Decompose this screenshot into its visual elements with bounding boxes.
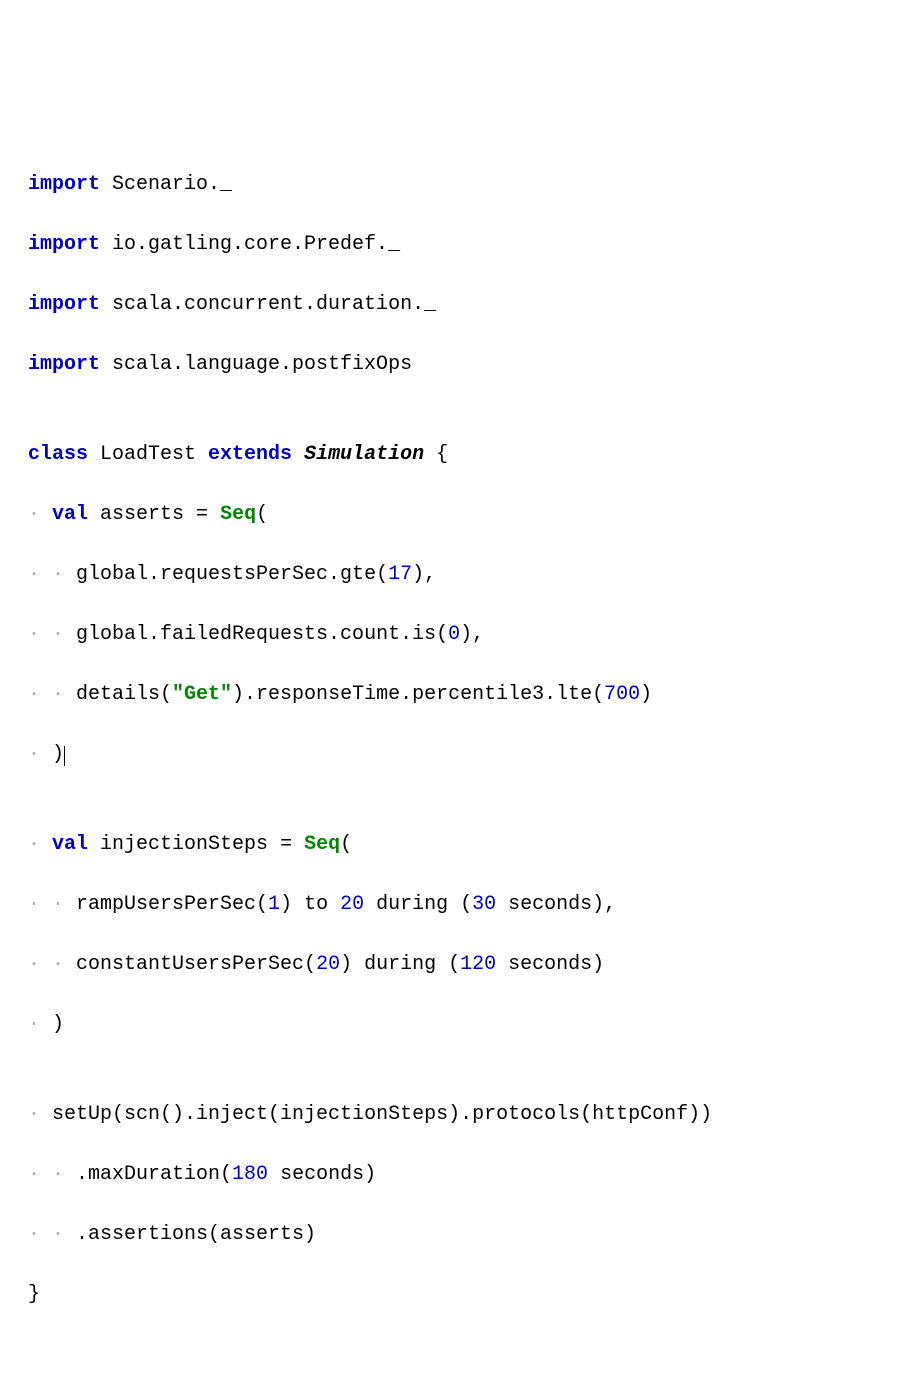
code-text: ) during ( <box>340 953 460 976</box>
whitespace-dots: · <box>28 1103 52 1126</box>
code-line: import scala.concurrent.duration._ <box>28 290 888 320</box>
keyword-import: import <box>28 293 100 316</box>
number-literal: 20 <box>340 893 364 916</box>
code-line: import io.gatling.core.Predef._ <box>28 230 888 260</box>
code-text: ), <box>460 623 484 646</box>
code-line: · · .maxDuration(180 seconds) <box>28 1160 888 1190</box>
whitespace-dots: · · <box>28 623 76 646</box>
keyword-val: val <box>52 503 88 526</box>
keyword-class: class <box>28 443 88 466</box>
whitespace-dots: · · <box>28 563 76 586</box>
code-line: · · constantUsersPerSec(20) during (120 … <box>28 950 888 980</box>
type-name: Simulation <box>292 443 436 466</box>
number-literal: 0 <box>448 623 460 646</box>
code-text: seconds), <box>496 893 616 916</box>
code-text: global.requestsPerSec.gte( <box>76 563 388 586</box>
paren-close: ) <box>52 743 64 766</box>
code-line: · · global.failedRequests.count.is(0), <box>28 620 888 650</box>
code-text: io.gatling.core.Predef._ <box>100 233 400 256</box>
code-text: ) to <box>280 893 340 916</box>
code-text: scala.concurrent.duration._ <box>100 293 436 316</box>
code-text: .assertions(asserts) <box>76 1223 316 1246</box>
code-line: class LoadTest extends Simulation { <box>28 440 888 470</box>
keyword-extends: extends <box>208 443 292 466</box>
code-text: rampUsersPerSec( <box>76 893 268 916</box>
code-line: · · rampUsersPerSec(1) to 20 during (30 … <box>28 890 888 920</box>
code-text: seconds) <box>496 953 604 976</box>
code-line: · · global.requestsPerSec.gte(17), <box>28 560 888 590</box>
paren: ( <box>340 833 352 856</box>
keyword-import: import <box>28 353 100 376</box>
number-literal: 120 <box>460 953 496 976</box>
number-literal: 20 <box>316 953 340 976</box>
code-text: Scenario._ <box>100 173 232 196</box>
code-line: · ) <box>28 740 888 770</box>
whitespace-dots: · · <box>28 953 76 976</box>
paren: ( <box>256 503 268 526</box>
text-cursor <box>64 746 65 766</box>
number-literal: 1 <box>268 893 280 916</box>
keyword-import: import <box>28 233 100 256</box>
code-line: import Scenario._ <box>28 170 888 200</box>
number-literal: 30 <box>472 893 496 916</box>
whitespace-dots: · · <box>28 1223 76 1246</box>
code-text: .maxDuration( <box>76 1163 232 1186</box>
code-line: · · .assertions(asserts) <box>28 1220 888 1250</box>
code-line: import scala.language.postfixOps <box>28 350 888 380</box>
class-name: LoadTest <box>88 443 208 466</box>
code-line: } <box>28 1280 888 1310</box>
code-line: · val asserts = Seq( <box>28 500 888 530</box>
whitespace-dots: · <box>28 1013 52 1036</box>
whitespace-dots: · <box>28 503 52 526</box>
whitespace-dots: · · <box>28 893 76 916</box>
brace: { <box>436 443 448 466</box>
brace-close: } <box>28 1283 40 1306</box>
code-text: during ( <box>364 893 472 916</box>
code-line: · val injectionSteps = Seq( <box>28 830 888 860</box>
number-literal: 17 <box>388 563 412 586</box>
code-text: ), <box>412 563 436 586</box>
code-text: global.failedRequests.count.is( <box>76 623 448 646</box>
code-line: · setUp(scn().inject(injectionSteps).pro… <box>28 1100 888 1130</box>
paren-close: ) <box>52 1013 64 1036</box>
type-seq: Seq <box>304 833 340 856</box>
whitespace-dots: · <box>28 743 52 766</box>
code-text: seconds) <box>268 1163 376 1186</box>
keyword-import: import <box>28 173 100 196</box>
code-text: setUp(scn().inject(injectionSteps).proto… <box>52 1103 712 1126</box>
code-text: scala.language.postfixOps <box>100 353 412 376</box>
whitespace-dots: · · <box>28 1163 76 1186</box>
var-name: injectionSteps = <box>88 833 304 856</box>
number-literal: 180 <box>232 1163 268 1186</box>
keyword-val: val <box>52 833 88 856</box>
whitespace-dots: · <box>28 833 52 856</box>
var-name: asserts = <box>88 503 220 526</box>
code-text: constantUsersPerSec( <box>76 953 316 976</box>
code-line: · · details("Get").responseTime.percenti… <box>28 680 888 710</box>
type-seq: Seq <box>220 503 256 526</box>
code-block: import Scenario._ import io.gatling.core… <box>28 140 888 1340</box>
code-line: · ) <box>28 1010 888 1040</box>
